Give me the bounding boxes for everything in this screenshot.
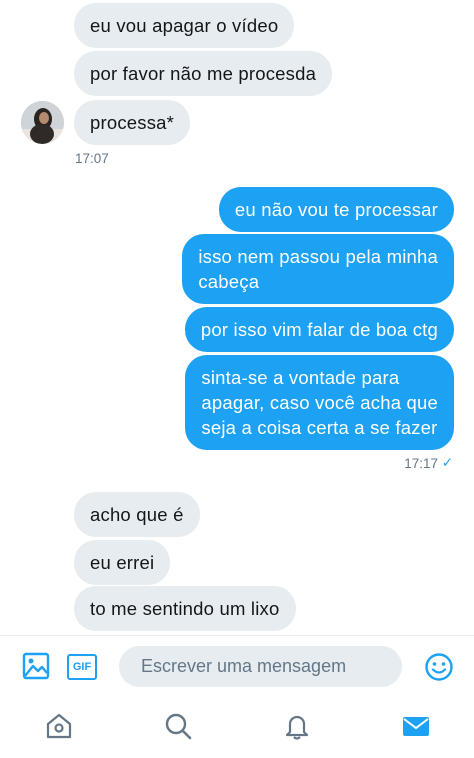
gif-icon[interactable]: GIF — [67, 654, 97, 680]
message-input-placeholder: Escrever uma mensagem — [141, 656, 347, 676]
incoming-message[interactable]: to me sentindo um lixo — [74, 586, 296, 631]
emoji-icon[interactable] — [423, 651, 455, 683]
home-icon[interactable] — [43, 710, 75, 742]
search-icon[interactable] — [162, 710, 194, 742]
incoming-message[interactable]: eu vou apagar o vídeo — [74, 3, 295, 48]
gif-label: GIF — [72, 661, 92, 673]
outgoing-message[interactable]: isso nem passou pela minha cabeça — [182, 234, 454, 304]
incoming-message[interactable]: acho que é — [74, 492, 200, 537]
outgoing-message[interactable]: eu não vou te processar — [218, 187, 454, 232]
avatar[interactable] — [21, 101, 64, 144]
message-input[interactable]: Escrever uma mensagem — [119, 646, 402, 687]
avatar-image — [21, 101, 64, 144]
bell-icon[interactable] — [281, 710, 313, 742]
mail-icon[interactable] — [400, 710, 432, 742]
incoming-message[interactable]: processa* — [74, 100, 191, 145]
image-icon[interactable] — [20, 650, 52, 682]
incoming-message[interactable]: eu errei — [74, 540, 171, 585]
bottom-tab-bar — [0, 695, 474, 758]
message-timestamp: 17:17 — [404, 456, 438, 471]
message-timestamp: 17:07 — [75, 151, 109, 166]
message-composer: GIF Escrever uma mensagem — [0, 635, 474, 696]
incoming-message[interactable]: por favor não me procesda — [74, 51, 333, 96]
outgoing-message[interactable]: por isso vim falar de boa ctg — [184, 307, 454, 352]
outgoing-message[interactable]: sinta-se a vontade para apagar, caso voc… — [185, 355, 454, 450]
read-check-icon: ✓ — [441, 455, 453, 470]
message-thread: eu vou apagar o vídeo por favor não me p… — [0, 0, 474, 635]
